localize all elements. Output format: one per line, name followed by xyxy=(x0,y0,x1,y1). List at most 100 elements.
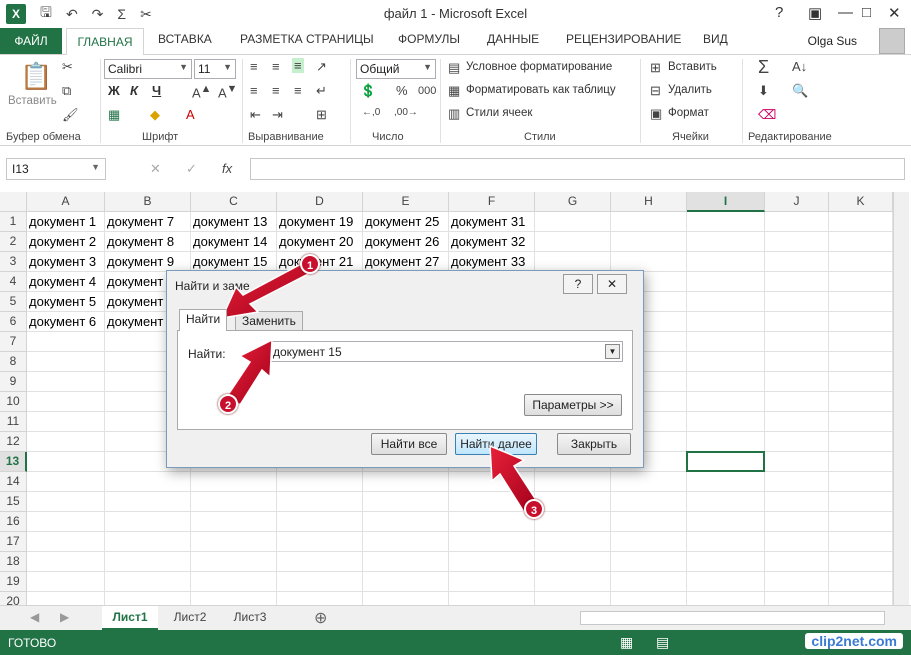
merge-icon[interactable]: ⊞ xyxy=(316,107,327,123)
cell[interactable] xyxy=(611,232,687,252)
cell[interactable] xyxy=(829,432,893,452)
cell[interactable] xyxy=(765,372,829,392)
save-icon[interactable]: 🖫 xyxy=(40,2,52,26)
cell[interactable] xyxy=(687,392,765,412)
cell[interactable]: документ 27 xyxy=(363,252,449,272)
font-shrink-icon[interactable]: A▼ xyxy=(218,83,237,100)
cell[interactable] xyxy=(535,252,611,272)
cell[interactable] xyxy=(535,572,611,592)
column-header[interactable]: I xyxy=(687,192,765,212)
cell[interactable] xyxy=(765,412,829,432)
cell[interactable] xyxy=(687,212,765,232)
cancel-entry-icon[interactable]: ✕ xyxy=(150,161,161,177)
cell[interactable] xyxy=(277,552,363,572)
cell[interactable] xyxy=(829,492,893,512)
tab-view[interactable]: ВИД xyxy=(703,32,728,46)
cell[interactable] xyxy=(27,432,105,452)
cell[interactable]: документ 14 xyxy=(191,232,277,252)
comma-style-icon[interactable]: 000 xyxy=(418,85,436,97)
conditional-format-button[interactable]: Условное форматирование xyxy=(466,61,612,73)
close-window-icon[interactable]: ✕ xyxy=(888,4,901,22)
maximize-icon[interactable]: □ xyxy=(862,4,871,21)
cell[interactable] xyxy=(191,532,277,552)
cell[interactable] xyxy=(449,552,535,572)
paste-icon[interactable]: 📋 xyxy=(20,61,52,92)
row-header[interactable]: 10 xyxy=(0,392,27,412)
dialog-close-icon[interactable]: ✕ xyxy=(597,274,627,294)
cell[interactable] xyxy=(765,392,829,412)
cell[interactable] xyxy=(829,352,893,372)
tab-home[interactable]: ГЛАВНАЯ xyxy=(66,28,144,55)
italic-button[interactable]: К xyxy=(130,83,138,98)
cell[interactable] xyxy=(687,312,765,332)
column-header[interactable]: D xyxy=(277,192,363,212)
cell[interactable]: документ 33 xyxy=(449,252,535,272)
cell[interactable] xyxy=(105,572,191,592)
cell[interactable] xyxy=(611,532,687,552)
column-header[interactable]: F xyxy=(449,192,535,212)
delete-cells-button[interactable]: Удалить xyxy=(668,84,712,96)
cell[interactable]: документ 19 xyxy=(277,212,363,232)
increase-indent-icon[interactable]: ⇥ xyxy=(272,107,283,123)
currency-icon[interactable]: 💲 xyxy=(360,83,376,99)
cell[interactable] xyxy=(829,552,893,572)
cell[interactable]: документ 9 xyxy=(105,252,191,272)
cell[interactable] xyxy=(829,452,893,472)
decrease-indent-icon[interactable]: ⇤ xyxy=(250,107,261,123)
cell[interactable]: документ 25 xyxy=(363,212,449,232)
cell[interactable] xyxy=(105,552,191,572)
cell[interactable]: документ 6 xyxy=(27,312,105,332)
row-header[interactable]: 1 xyxy=(0,212,27,232)
cell[interactable] xyxy=(765,272,829,292)
row-header[interactable]: 16 xyxy=(0,512,27,532)
cell[interactable] xyxy=(687,492,765,512)
row-header[interactable]: 19 xyxy=(0,572,27,592)
cell[interactable] xyxy=(27,392,105,412)
sheet-tab-3[interactable]: Лист3 xyxy=(222,606,278,630)
row-header[interactable]: 13 xyxy=(0,452,27,472)
row-header[interactable]: 6 xyxy=(0,312,27,332)
bold-button[interactable]: Ж xyxy=(108,83,120,98)
tab-replace[interactable]: Заменить xyxy=(235,311,303,331)
find-input[interactable]: документ 15 ▼ xyxy=(268,341,623,362)
cell[interactable] xyxy=(611,472,687,492)
cell[interactable] xyxy=(27,352,105,372)
cell[interactable]: документ 32 xyxy=(449,232,535,252)
find-select-icon[interactable]: 🔍 xyxy=(792,83,808,99)
select-all-corner[interactable] xyxy=(0,192,27,212)
column-header[interactable]: A xyxy=(27,192,105,212)
cell[interactable]: документ 8 xyxy=(105,232,191,252)
row-header[interactable]: 2 xyxy=(0,232,27,252)
cell[interactable] xyxy=(829,392,893,412)
row-header[interactable]: 7 xyxy=(0,332,27,352)
cell[interactable] xyxy=(829,332,893,352)
cell[interactable] xyxy=(191,512,277,532)
cell[interactable] xyxy=(27,332,105,352)
cell[interactable] xyxy=(687,472,765,492)
sheet-tab-1[interactable]: Лист1 xyxy=(102,606,158,630)
cell[interactable] xyxy=(27,492,105,512)
cell[interactable] xyxy=(765,452,829,472)
cell[interactable] xyxy=(687,532,765,552)
cell[interactable] xyxy=(829,532,893,552)
cell[interactable] xyxy=(277,572,363,592)
row-header[interactable]: 11 xyxy=(0,412,27,432)
column-header[interactable]: G xyxy=(535,192,611,212)
cell[interactable] xyxy=(765,432,829,452)
cell[interactable] xyxy=(765,312,829,332)
cell[interactable] xyxy=(611,572,687,592)
cell[interactable]: документ 5 xyxy=(27,292,105,312)
vertical-scrollbar[interactable] xyxy=(893,192,909,605)
name-box[interactable]: I13 ▼ xyxy=(6,158,106,180)
chevron-down-icon[interactable]: ▼ xyxy=(605,344,620,359)
cell[interactable] xyxy=(765,492,829,512)
cell[interactable] xyxy=(829,572,893,592)
row-header[interactable]: 8 xyxy=(0,352,27,372)
cell[interactable] xyxy=(611,212,687,232)
cell[interactable] xyxy=(687,332,765,352)
tab-data[interactable]: ДАННЫЕ xyxy=(487,32,539,46)
tab-review[interactable]: РЕЦЕНЗИРОВАНИЕ xyxy=(566,32,681,46)
cell[interactable] xyxy=(27,512,105,532)
column-header[interactable]: H xyxy=(611,192,687,212)
cell-styles-button[interactable]: Стили ячеек xyxy=(466,107,532,119)
